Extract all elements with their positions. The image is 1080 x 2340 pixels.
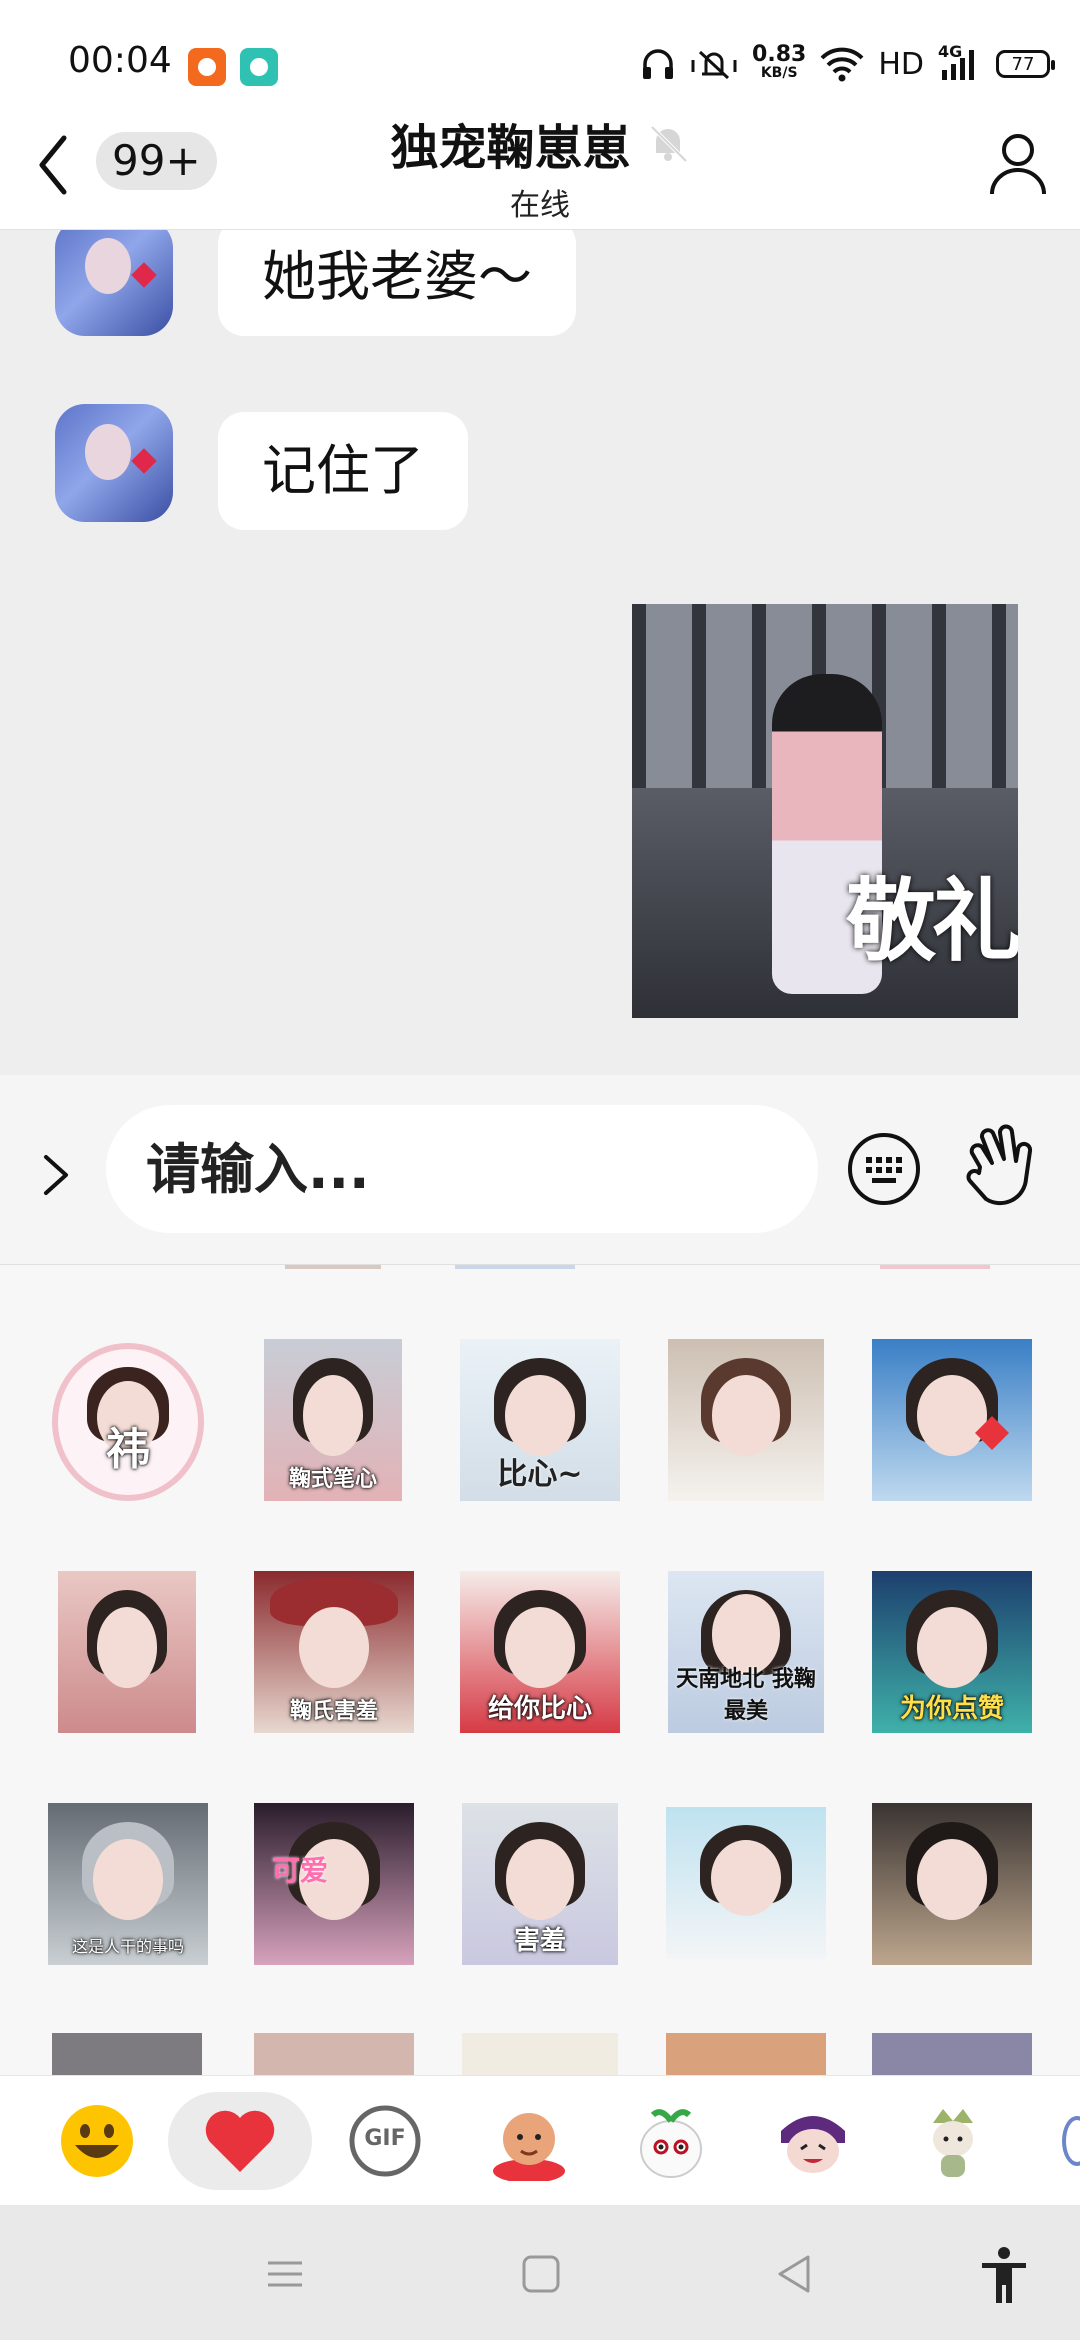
sticker-item[interactable]: [52, 2033, 202, 2075]
muted-vibrate-icon: [691, 50, 737, 80]
cellular-signal-icon: 4G: [938, 42, 982, 82]
sticker-item[interactable]: [462, 2033, 618, 2075]
more-tabs-indicator: [1062, 2116, 1080, 2166]
sticker-item[interactable]: 可爱: [254, 1803, 414, 1965]
system-navigation-bar: [0, 2205, 1080, 2340]
sticker-item[interactable]: [872, 2033, 1032, 2075]
tab-favorites[interactable]: [168, 2092, 312, 2190]
back-nav-icon[interactable]: [770, 2249, 820, 2299]
emoji-category-tabs: GIF: [0, 2075, 1080, 2205]
sticker-item[interactable]: [254, 2033, 414, 2075]
battery-indicator: 77: [996, 50, 1055, 78]
sticker-item[interactable]: 比心~: [460, 1339, 620, 1501]
sticker-caption: 敬礼: [846, 869, 1018, 974]
headphones-icon: [643, 49, 674, 79]
chat-app-icon: [240, 48, 278, 86]
tab-radish-stickers[interactable]: [622, 2092, 720, 2190]
tab-baby-stickers[interactable]: [480, 2092, 578, 2190]
sticker-item[interactable]: 为你点赞: [872, 1571, 1032, 1733]
sticker-item[interactable]: 祎: [52, 1343, 204, 1501]
sticker-item[interactable]: [668, 1339, 824, 1501]
sticker-item[interactable]: 害羞: [462, 1803, 618, 1965]
online-status: 在线: [510, 188, 570, 223]
contact-avatar[interactable]: [55, 230, 173, 336]
status-time: 00:04: [68, 40, 172, 81]
message-list[interactable]: 她我老婆～ 记住了 敬礼: [0, 230, 1080, 1075]
tab-fairy-stickers[interactable]: [904, 2092, 1002, 2190]
sticker-item[interactable]: 鞠氏害羞: [254, 1571, 414, 1733]
tab-emoji[interactable]: [48, 2092, 146, 2190]
sticker-item[interactable]: 给你比心: [460, 1571, 620, 1733]
sticker-item[interactable]: 鞠式笔心: [264, 1339, 402, 1501]
network-speed-value: 0.83: [752, 42, 807, 67]
profile-button[interactable]: [988, 128, 1048, 198]
tab-purple-stickers[interactable]: [764, 2092, 862, 2190]
sticker-item[interactable]: [58, 1571, 196, 1733]
poke-hand-icon[interactable]: [958, 1123, 1038, 1213]
chat-title: 独宠鞠崽崽: [390, 120, 631, 176]
network-speed: 0.83 KB/S: [752, 42, 807, 82]
sticker-panel[interactable]: 祎 鞠式笔心 比心~ 鞠氏害羞 给你比心 天南地北 我鞠最美 为你点赞 这是人干…: [0, 1265, 1080, 2075]
mute-bell-icon: [650, 125, 687, 163]
sticker-item[interactable]: [872, 1803, 1032, 1965]
sticker-item[interactable]: 这是人干的事吗: [48, 1803, 208, 1965]
sticker-item[interactable]: 天南地北 我鞠最美: [668, 1571, 824, 1733]
kuaishou-app-icon: [188, 48, 226, 86]
input-bar: [0, 1075, 1080, 1265]
fairy-sticker-icon: [933, 2109, 973, 2177]
contact-avatar[interactable]: [55, 404, 173, 522]
message-input[interactable]: [106, 1105, 818, 1233]
hd-label: HD: [878, 46, 924, 82]
message-bubble[interactable]: 记住了: [218, 412, 468, 530]
expand-toolbar-button[interactable]: [36, 1145, 76, 1205]
battery-level: 77: [1011, 53, 1035, 75]
accessibility-icon[interactable]: [976, 2245, 1032, 2305]
tab-gif[interactable]: GIF: [336, 2092, 434, 2190]
baby-sticker-icon: [493, 2113, 565, 2181]
home-button-icon[interactable]: [516, 2249, 566, 2299]
sent-sticker-image[interactable]: 敬礼: [632, 604, 1018, 1018]
menu-recents-icon[interactable]: [260, 2249, 310, 2299]
sticker-item[interactable]: [872, 1339, 1032, 1501]
heart-icon: [205, 2110, 275, 2172]
purple-character-sticker-icon: [781, 2116, 845, 2173]
radish-sticker-icon: [640, 2109, 702, 2178]
wifi-icon: [820, 47, 864, 82]
smiley-face-icon: [61, 2105, 133, 2177]
keyboard-icon[interactable]: [846, 1131, 922, 1207]
gif-label: GIF: [364, 2126, 406, 2151]
status-bar: 00:04 0.83 KB/S HD 4G 77: [0, 0, 1080, 100]
sticker-item[interactable]: [666, 2033, 826, 2075]
sticker-caption: 可爱: [272, 1854, 329, 1887]
sticker-item[interactable]: [666, 1807, 826, 1959]
message-bubble[interactable]: 她我老婆～: [218, 230, 576, 336]
chat-header: 99+ 独宠鞠崽崽 在线: [0, 100, 1080, 230]
